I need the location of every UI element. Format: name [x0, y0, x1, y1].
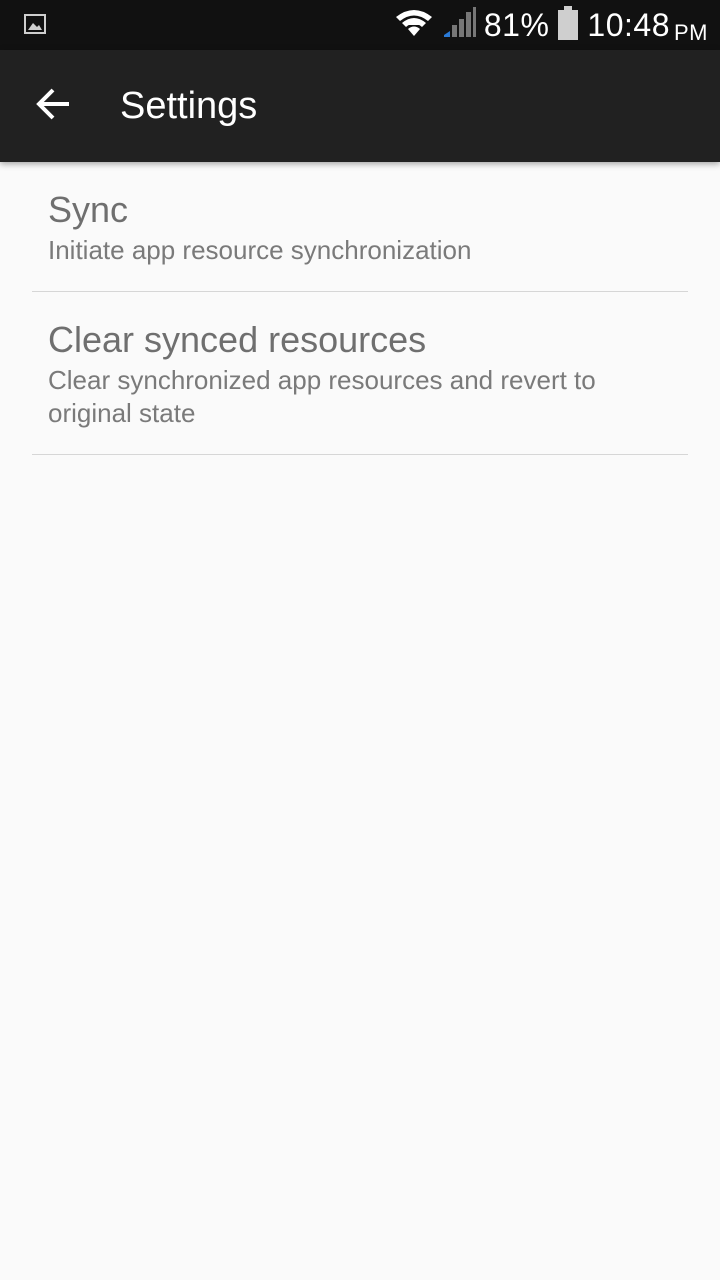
clock-time: 10:48	[587, 7, 670, 43]
back-button[interactable]	[22, 74, 86, 138]
page-title: Settings	[120, 85, 258, 127]
battery-percent: 81%	[483, 7, 550, 43]
settings-list: Sync Initiate app resource synchronizati…	[0, 162, 720, 455]
pref-title: Sync	[48, 189, 129, 230]
battery-icon	[557, 5, 579, 45]
arrow-left-icon	[36, 86, 72, 127]
cell-signal-icon	[442, 6, 476, 44]
pref-title: Clear synced resources	[48, 319, 427, 360]
pref-summary: Initiate app resource synchronization	[48, 235, 472, 265]
pref-item-clear-synced-resources[interactable]: Clear synced resources Clear synchronize…	[32, 292, 688, 455]
wifi-icon	[394, 7, 434, 44]
status-indicators: 81% 10:48 PM	[394, 0, 708, 50]
clock: 10:48 PM	[587, 7, 708, 45]
status-bar: 81% 10:48 PM	[0, 0, 720, 50]
action-bar: Settings	[0, 50, 720, 162]
image-notification-icon	[24, 13, 46, 35]
pref-summary: Clear synchronized app resources and rev…	[48, 365, 596, 428]
clock-ampm: PM	[674, 20, 708, 45]
pref-item-sync[interactable]: Sync Initiate app resource synchronizati…	[32, 162, 688, 292]
